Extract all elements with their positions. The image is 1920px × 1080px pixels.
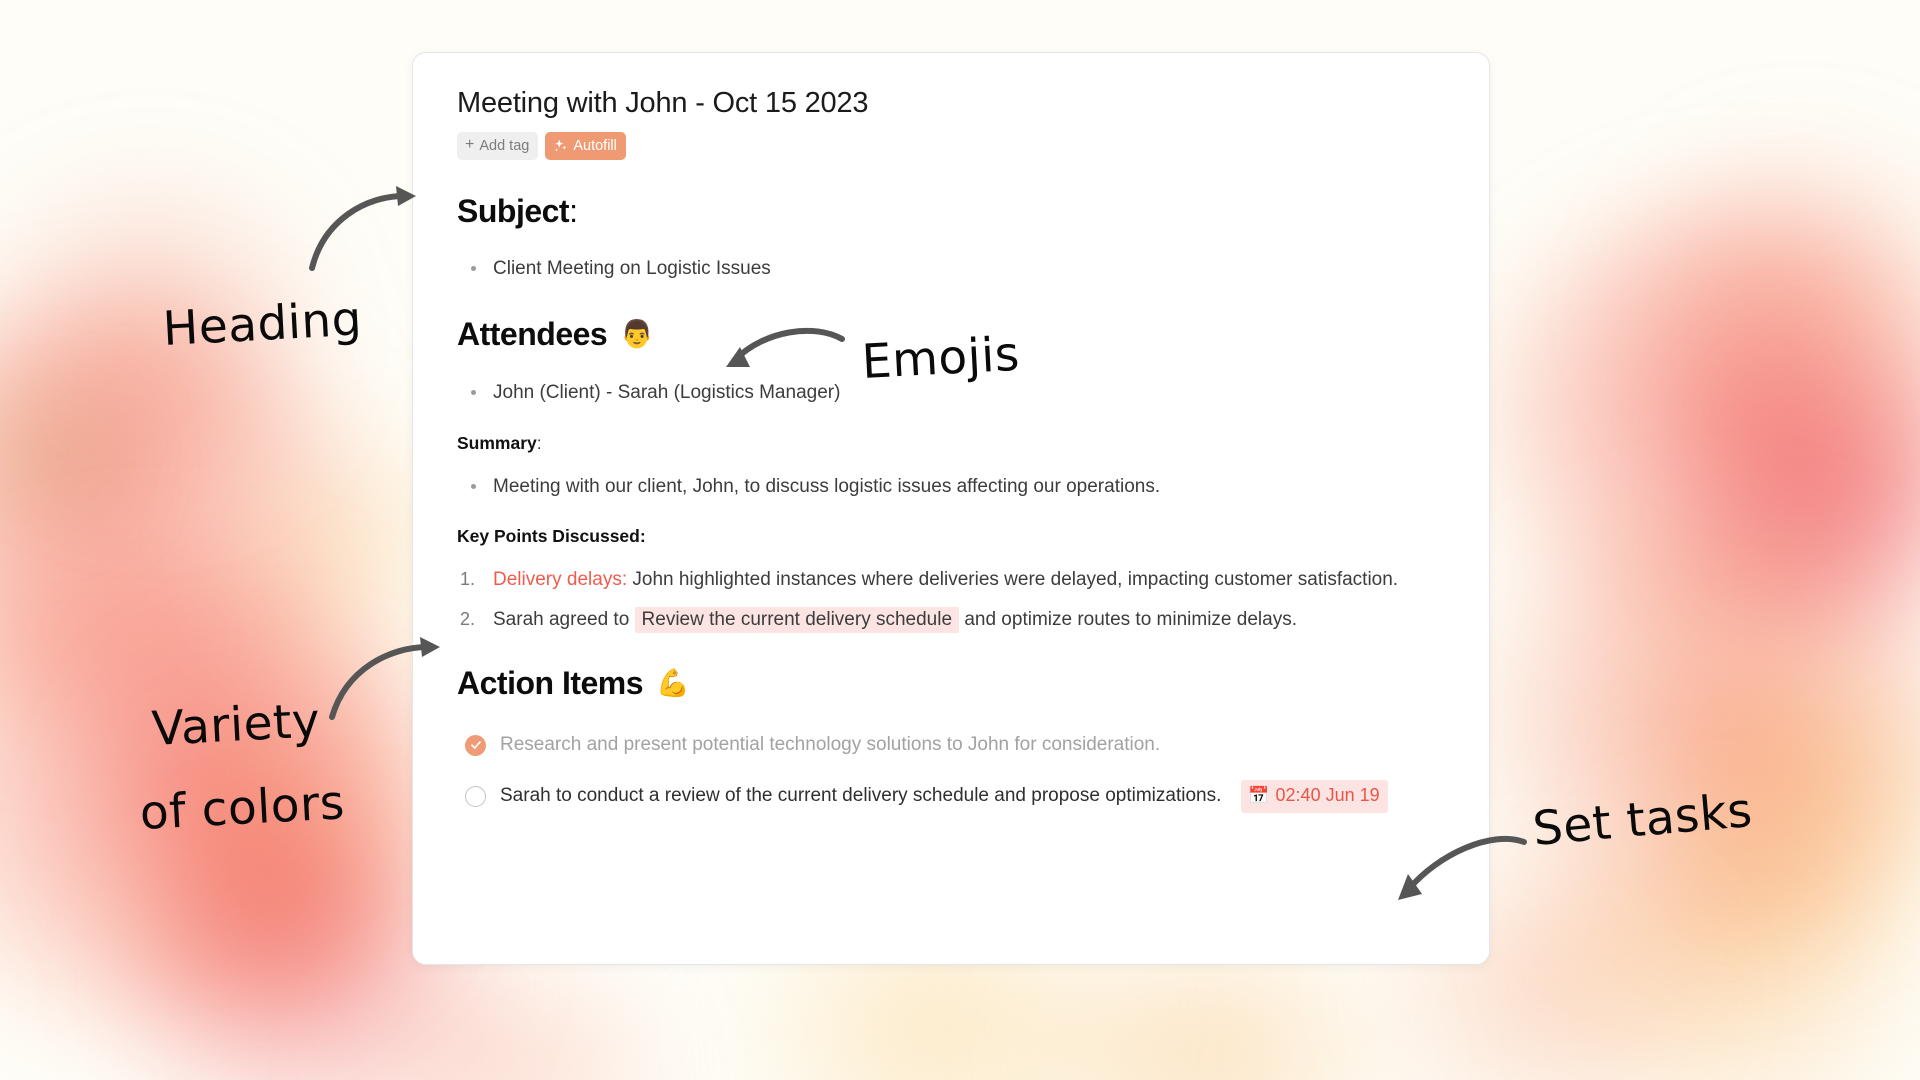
autofill-button[interactable]: Autofill	[545, 132, 626, 161]
highlighted-text[interactable]: Review the current delivery schedule	[634, 607, 960, 634]
action-items-list: Research and present potential technolog…	[457, 728, 1445, 817]
action-items-heading-text: Action Items	[457, 664, 644, 701]
task-row[interactable]: Sarah to conduct a review of the current…	[457, 776, 1445, 816]
variety-annotation-label-line1: Variety	[150, 693, 322, 757]
due-date-text: 02:40 Jun 19	[1275, 785, 1380, 806]
list-item: Meeting with our client, John, to discus…	[457, 473, 1445, 501]
heading-annotation-arrow	[309, 186, 416, 271]
summary-list: Meeting with our client, John, to discus…	[457, 473, 1445, 501]
summary-heading: Summary:	[457, 433, 1445, 454]
heading-annotation-label: Heading	[161, 291, 364, 357]
tag-row: + Add tag Autofill	[457, 132, 1445, 161]
key-point-label: Delivery delays:	[493, 568, 628, 590]
summary-heading-text: Summary	[457, 433, 537, 454]
summary-heading-colon: :	[536, 433, 542, 454]
list-item: Delivery delays: John highlighted instan…	[457, 566, 1445, 595]
note-card: Meeting with John - Oct 15 2023 + Add ta…	[412, 52, 1490, 965]
key-point-text: John highlighted instances where deliver…	[627, 568, 1399, 590]
attendees-heading-text: Attendees	[457, 315, 608, 352]
subject-list: Client Meeting on Logistic Issues	[457, 255, 1445, 283]
subject-heading-colon: :	[569, 193, 578, 230]
variety-annotation-label-line2: of colors	[138, 775, 347, 841]
add-tag-label: Add tag	[479, 137, 530, 154]
key-points-heading: Key Points Discussed:	[457, 525, 646, 546]
add-tag-button[interactable]: + Add tag	[457, 132, 539, 161]
subject-heading: Subject:	[457, 193, 1445, 230]
emojis-annotation-arrow	[726, 327, 845, 367]
note-title[interactable]: Meeting with John - Oct 15 2023	[457, 85, 1445, 121]
subject-heading-text: Subject	[457, 193, 570, 230]
checkbox-checked-icon[interactable]	[465, 734, 486, 756]
set-tasks-annotation-arrow	[1398, 835, 1527, 900]
sparkles-icon	[553, 138, 568, 153]
list-item: Client Meeting on Logistic Issues	[457, 255, 1445, 283]
emojis-annotation-label: Emojis	[860, 326, 1022, 390]
plus-icon: +	[465, 136, 475, 154]
variety-annotation-arrow	[329, 637, 440, 720]
man-emoji: 👨	[620, 318, 654, 349]
list-item: Sarah agreed to Review the current deliv…	[457, 606, 1445, 635]
due-date-badge[interactable]: 📅 02:40 Jun 19	[1241, 780, 1388, 813]
task-row[interactable]: Research and present potential technolog…	[457, 728, 1445, 763]
flexed-biceps-emoji: 💪	[656, 667, 690, 698]
action-items-heading: Action Items 💪	[457, 665, 1445, 702]
task-text: Sarah to conduct a review of the current…	[500, 785, 1222, 807]
key-points-list: Delivery delays: John highlighted instan…	[457, 566, 1445, 635]
checkbox-unchecked-icon[interactable]	[465, 786, 486, 808]
key-point-suffix: and optimize routes to minimize delays.	[959, 609, 1297, 631]
calendar-icon: 📅	[1248, 786, 1270, 806]
autofill-label: Autofill	[573, 137, 617, 154]
task-text: Research and present potential technolog…	[500, 733, 1161, 755]
key-point-prefix: Sarah agreed to	[493, 609, 635, 631]
